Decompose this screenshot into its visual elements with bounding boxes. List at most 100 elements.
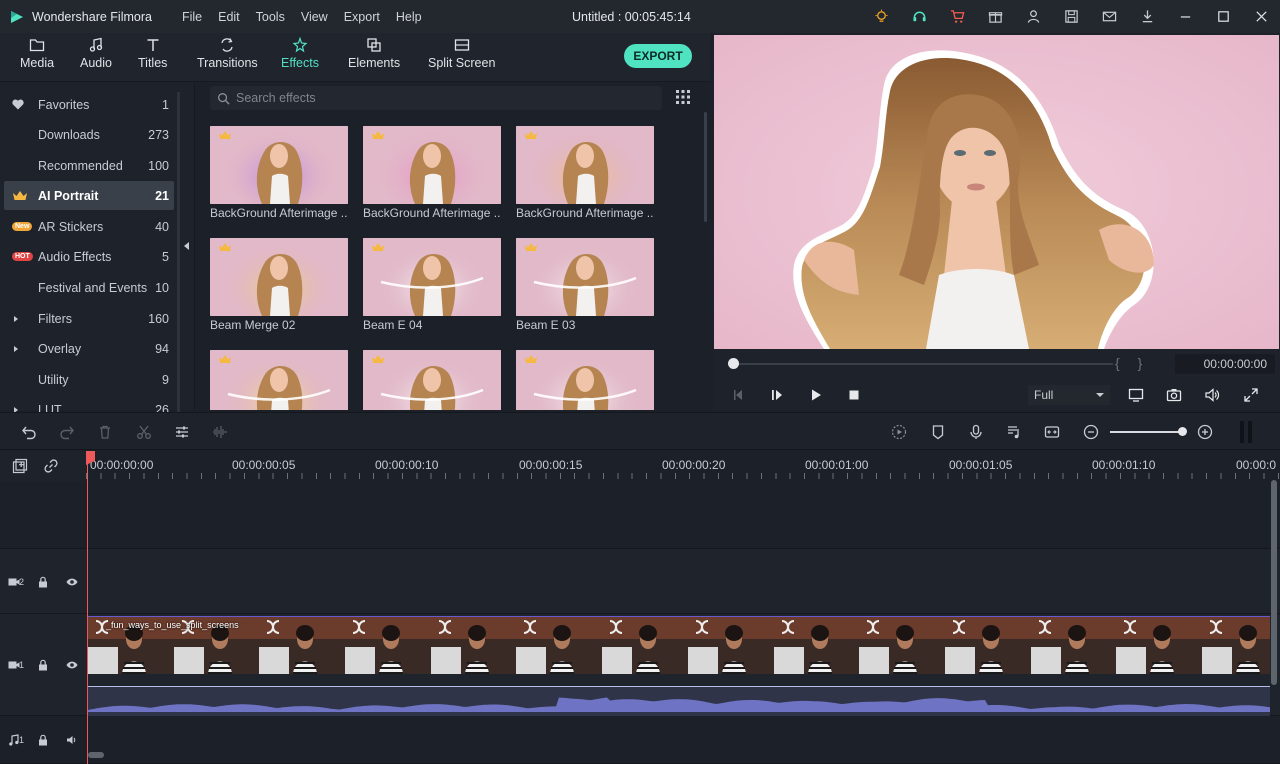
cut-icon[interactable] [136, 424, 152, 440]
progress-handle[interactable] [728, 358, 739, 369]
previous-frame-icon[interactable] [731, 387, 747, 403]
zoom-in-icon[interactable] [1197, 424, 1213, 440]
effect-card[interactable] [516, 350, 654, 410]
cart-icon[interactable] [938, 0, 976, 33]
render-icon[interactable] [891, 424, 907, 440]
category-count: 273 [148, 127, 169, 142]
fullscreen-icon[interactable] [1243, 387, 1259, 403]
menu-export[interactable]: Export [344, 10, 380, 24]
mark-in-out-icon[interactable]: {} [1115, 355, 1160, 371]
track-row-video-2[interactable]: 2 [0, 549, 1280, 614]
marker-icon[interactable] [930, 424, 946, 440]
category-favorites[interactable]: Favorites 1 [4, 90, 174, 119]
effect-card[interactable]: Beam Merge 02 [210, 238, 348, 332]
zoom-slider[interactable] [1110, 431, 1182, 433]
tab-split-screen[interactable]: Split Screen [428, 37, 495, 70]
time-ruler[interactable]: 00:00:00:00 00:00:00:05 00:00:00:10 00:0… [86, 451, 1280, 481]
category-ai-portrait[interactable]: AI Portrait 21 [4, 181, 174, 210]
step-forward-icon[interactable] [769, 387, 785, 403]
effect-card[interactable]: Beam E 04 [363, 238, 501, 332]
maximize-icon[interactable] [1204, 0, 1242, 33]
effect-card[interactable]: BackGround Afterimage ... [210, 126, 348, 220]
category-filters[interactable]: Filters 160 [4, 304, 174, 333]
video-clip[interactable]: _fun_ways_to_use_split_screens [88, 616, 1270, 674]
sidebar-scrollbar[interactable] [177, 92, 180, 412]
tab-media[interactable]: Media [20, 37, 54, 70]
gift-icon[interactable] [976, 0, 1014, 33]
eye-icon[interactable] [66, 659, 78, 671]
effect-card[interactable] [363, 350, 501, 410]
download-icon[interactable] [1128, 0, 1166, 33]
search-input[interactable] [236, 91, 636, 105]
eye-icon[interactable] [66, 576, 78, 588]
search-box[interactable] [210, 86, 662, 110]
effect-card[interactable]: Beam E 03 [516, 238, 654, 332]
tab-audio[interactable]: Audio [80, 37, 112, 70]
lock-icon[interactable] [37, 734, 49, 746]
tab-titles[interactable]: Titles [138, 37, 167, 70]
lock-icon[interactable] [37, 576, 49, 588]
expand-arrow-icon[interactable] [12, 315, 20, 323]
menu-edit[interactable]: Edit [218, 10, 240, 24]
close-icon[interactable] [1242, 0, 1280, 33]
zoom-handle[interactable] [1178, 427, 1187, 436]
tab-effects[interactable]: Effects [281, 37, 319, 70]
category-recommended[interactable]: Recommended 100 [4, 151, 174, 180]
tab-elements[interactable]: Elements [348, 37, 400, 70]
effect-card[interactable]: BackGround Afterimage ... [516, 126, 654, 220]
effect-card[interactable]: BackGround Afterimage ... [363, 126, 501, 220]
bulb-icon[interactable] [862, 0, 900, 33]
undo-icon[interactable] [21, 424, 37, 440]
timeline-vertical-scrollbar[interactable] [1271, 480, 1277, 685]
menu-help[interactable]: Help [396, 10, 422, 24]
minimize-icon[interactable] [1166, 0, 1204, 33]
category-utility[interactable]: Utility 9 [4, 365, 174, 394]
render-quality-select[interactable]: Full [1028, 385, 1110, 405]
audio-wave-icon[interactable] [212, 424, 228, 440]
mic-icon[interactable] [968, 424, 984, 440]
effects-scrollbar[interactable] [704, 112, 707, 222]
menu-file[interactable]: File [182, 10, 202, 24]
category-ar-stickers[interactable]: New AR Stickers 40 [4, 212, 174, 241]
save-icon[interactable] [1052, 0, 1090, 33]
track-row-audio-1[interactable]: 1 [0, 716, 1280, 764]
category-audio-effects[interactable]: HOT Audio Effects 5 [4, 242, 174, 271]
mail-icon[interactable] [1090, 0, 1128, 33]
menu-view[interactable]: View [301, 10, 328, 24]
audio-clip[interactable] [88, 686, 1270, 716]
link-icon[interactable] [43, 458, 59, 474]
pause-icon[interactable] [1240, 421, 1254, 443]
playhead[interactable] [87, 451, 88, 764]
category-festival-and-events[interactable]: Festival and Events 10 [4, 273, 174, 302]
headset-icon[interactable] [900, 0, 938, 33]
expand-arrow-icon[interactable] [12, 345, 20, 353]
adjust-icon[interactable] [174, 424, 190, 440]
crown-icon [219, 131, 231, 139]
grid-view-icon[interactable] [676, 90, 690, 104]
category-downloads[interactable]: Downloads 273 [4, 120, 174, 149]
add-track-icon[interactable] [12, 458, 28, 474]
speaker-icon[interactable] [66, 734, 78, 746]
collapse-sidebar-icon[interactable] [184, 242, 189, 250]
delete-icon[interactable] [97, 424, 113, 440]
menu-tools[interactable]: Tools [256, 10, 285, 24]
preview-progress-slider[interactable] [728, 358, 1113, 369]
user-icon[interactable] [1014, 0, 1052, 33]
stop-icon[interactable] [846, 387, 862, 403]
voiceover-icon[interactable] [1006, 424, 1022, 440]
effect-name: Beam E 04 [363, 318, 423, 332]
fit-icon[interactable] [1044, 424, 1060, 440]
export-button[interactable]: EXPORT [624, 44, 692, 68]
display-icon[interactable] [1128, 387, 1144, 403]
heart-icon [12, 99, 24, 110]
lock-icon[interactable] [37, 659, 49, 671]
zoom-out-icon[interactable] [1083, 424, 1099, 440]
tab-transitions[interactable]: Transitions [197, 37, 258, 70]
play-icon[interactable] [808, 387, 824, 403]
snapshot-icon[interactable] [1166, 387, 1182, 403]
volume-icon[interactable] [1204, 387, 1220, 403]
timeline-horizontal-scrollbar[interactable] [88, 752, 104, 758]
effect-card[interactable] [210, 350, 348, 410]
category-overlay[interactable]: Overlay 94 [4, 334, 174, 363]
redo-icon[interactable] [59, 424, 75, 440]
